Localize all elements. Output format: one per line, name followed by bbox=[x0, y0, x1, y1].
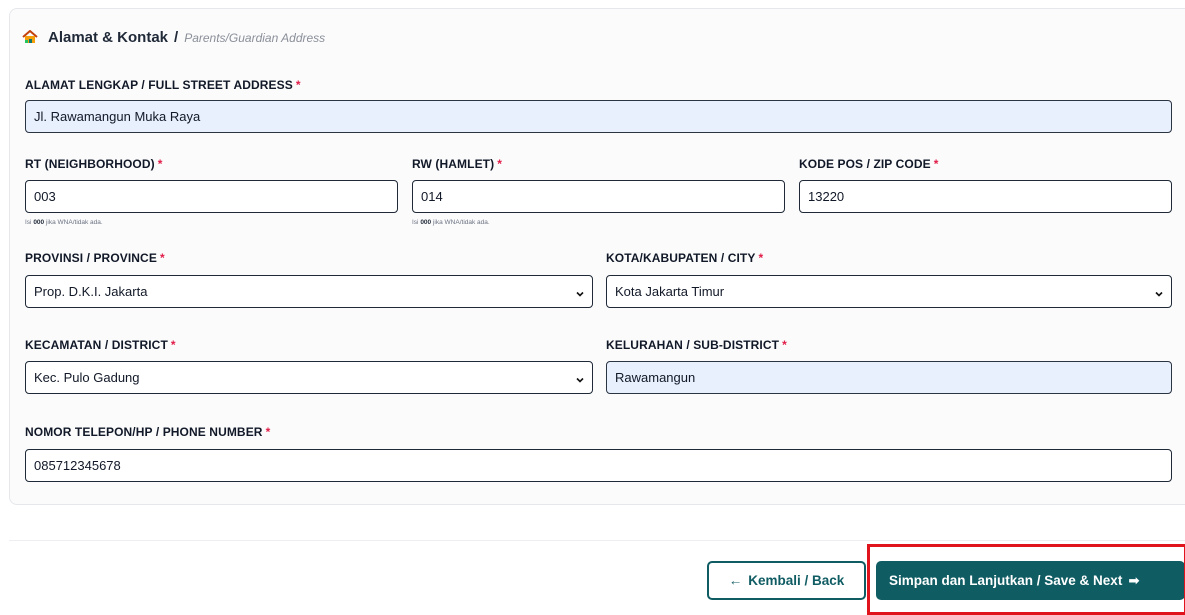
required-mark: * bbox=[159, 251, 165, 265]
rt-label-text: RT (NEIGHBORHOOD) bbox=[25, 157, 155, 171]
rw-input[interactable]: 014 bbox=[412, 180, 785, 213]
city-label-text: KOTA/KABUPATEN / CITY bbox=[606, 251, 756, 265]
city-value: Kota Jakarta Timur bbox=[615, 284, 725, 299]
province-label: PROVINSI / PROVINCE * bbox=[25, 251, 165, 265]
required-mark: * bbox=[782, 338, 787, 352]
district-value: Kec. Pulo Gadung bbox=[34, 370, 140, 385]
arrow-right-icon: ➡ bbox=[1128, 572, 1140, 588]
back-button-label: Kembali / Back bbox=[748, 573, 845, 588]
required-mark: * bbox=[497, 157, 502, 171]
province-value: Prop. D.K.I. Jakarta bbox=[34, 284, 148, 299]
province-label-text: PROVINSI / PROVINCE bbox=[25, 251, 157, 265]
required-mark: * bbox=[933, 157, 939, 171]
zip-label: KODE POS / ZIP CODE * bbox=[799, 157, 938, 171]
subdistrict-input[interactable]: Rawamangun bbox=[606, 361, 1172, 394]
rt-label: RT (NEIGHBORHOOD) * bbox=[25, 157, 162, 171]
rt-hint-prefix: Isi bbox=[25, 219, 32, 226]
zip-value: 13220 bbox=[808, 189, 845, 204]
district-label-text: KECAMATAN / DISTRICT bbox=[25, 338, 168, 352]
rw-value: 014 bbox=[421, 189, 443, 204]
subdistrict-value: Rawamangun bbox=[615, 370, 696, 385]
address-input[interactable]: Jl. Rawamangun Muka Raya bbox=[25, 100, 1172, 133]
required-mark: * bbox=[265, 425, 271, 439]
arrow-left-icon: ← bbox=[728, 573, 743, 588]
subdistrict-label-text: KELURAHAN / SUB-DISTRICT bbox=[606, 338, 780, 352]
rt-value: 003 bbox=[34, 189, 56, 204]
required-mark: * bbox=[295, 78, 301, 92]
rt-hint: Isi 000 jika WNA/tidak ada. bbox=[25, 219, 103, 226]
district-select[interactable]: Kec. Pulo Gadung bbox=[25, 361, 593, 394]
house-icon bbox=[22, 29, 38, 44]
required-mark: * bbox=[157, 157, 163, 171]
address-label-text: ALAMAT LENGKAP / FULL STREET ADDRESS bbox=[25, 78, 293, 92]
province-select[interactable]: Prop. D.K.I. Jakarta bbox=[25, 275, 593, 308]
rt-hint-code: 000 bbox=[33, 219, 45, 226]
city-select[interactable]: Kota Jakarta Timur bbox=[606, 275, 1172, 308]
rt-hint-suffix: jika WNA/tidak ada. bbox=[45, 219, 103, 226]
chevron-down-icon bbox=[575, 287, 585, 297]
chevron-down-icon bbox=[1154, 287, 1164, 297]
rw-hint-code: 000 bbox=[420, 219, 432, 226]
zip-input[interactable]: 13220 bbox=[799, 180, 1172, 213]
subdistrict-label: KELURAHAN / SUB-DISTRICT * bbox=[606, 338, 787, 352]
footer-divider bbox=[9, 540, 1185, 541]
rw-hint-suffix: jika WNA/tidak ada. bbox=[432, 219, 490, 226]
required-mark: * bbox=[170, 338, 176, 352]
rw-label: RW (HAMLET) * bbox=[412, 157, 502, 171]
back-button[interactable]: ← Kembali / Back bbox=[707, 561, 866, 600]
phone-input[interactable]: 085712345678 bbox=[25, 449, 1172, 482]
phone-label-text: NOMOR TELEPON/HP / PHONE NUMBER bbox=[25, 425, 263, 439]
phone-value: 085712345678 bbox=[34, 458, 121, 473]
save-next-button-label: Simpan dan Lanjutkan / Save & Next bbox=[889, 573, 1123, 588]
address-label: ALAMAT LENGKAP / FULL STREET ADDRESS * bbox=[25, 78, 301, 92]
section-title: Alamat & Kontak bbox=[48, 29, 169, 46]
rt-input[interactable]: 003 bbox=[25, 180, 398, 213]
zip-label-text: KODE POS / ZIP CODE bbox=[799, 157, 931, 171]
rw-hint-prefix: Isi bbox=[412, 219, 419, 226]
phone-label: NOMOR TELEPON/HP / PHONE NUMBER * bbox=[25, 425, 270, 439]
section-header: Alamat & Kontak / Parents/Guardian Addre… bbox=[22, 28, 325, 46]
save-next-button[interactable]: Simpan dan Lanjutkan / Save & Next ➡ bbox=[876, 561, 1185, 600]
rw-hint: Isi 000 jika WNA/tidak ada. bbox=[412, 219, 490, 226]
rw-label-text: RW (HAMLET) bbox=[412, 157, 495, 171]
address-value: Jl. Rawamangun Muka Raya bbox=[34, 109, 201, 124]
chevron-down-icon bbox=[575, 373, 585, 383]
district-label: KECAMATAN / DISTRICT * bbox=[25, 338, 176, 352]
section-subtitle: Parents/Guardian Address bbox=[184, 31, 326, 45]
required-mark: * bbox=[758, 251, 764, 265]
section-title-separator: / bbox=[174, 29, 179, 46]
city-label: KOTA/KABUPATEN / CITY * bbox=[606, 251, 763, 265]
